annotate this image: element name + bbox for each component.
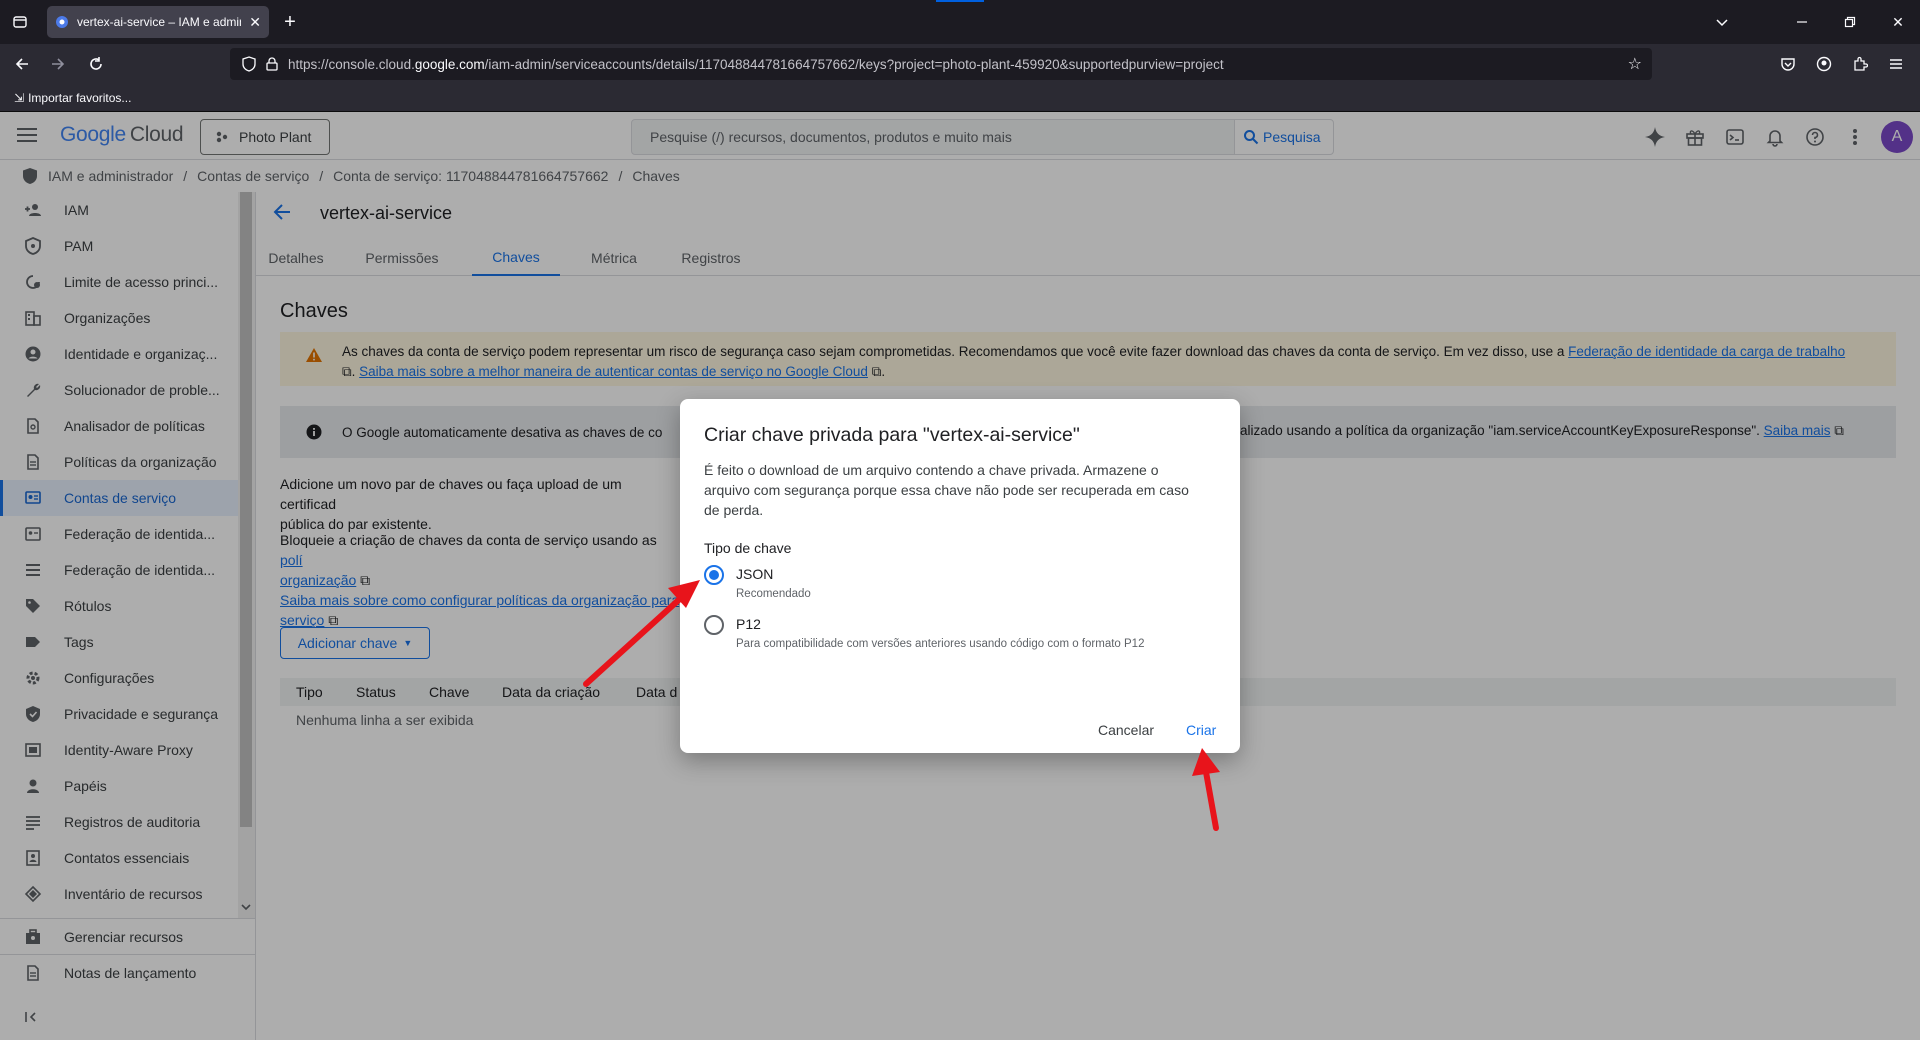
address-bar[interactable]: https://console.cloud.google.com/iam-adm…	[230, 48, 1652, 80]
radio-p12[interactable]	[704, 615, 724, 635]
bookmark-star-icon[interactable]: ☆	[1628, 54, 1642, 74]
bookmarks-bar: ⇲ Importar favoritos...	[0, 84, 1920, 112]
tab-close-icon[interactable]: ✕	[249, 14, 261, 31]
dialog-title: Criar chave privada para "vertex-ai-serv…	[704, 424, 1080, 446]
new-tab-icon[interactable]: +	[280, 11, 300, 33]
pocket-icon[interactable]	[1778, 54, 1798, 74]
browser-tab-active[interactable]: vertex-ai-service – IAM e admin ✕	[47, 6, 269, 38]
account-icon[interactable]	[1814, 54, 1834, 74]
dialog-description: É feito o download de um arquivo contend…	[704, 462, 1189, 518]
create-key-dialog: Criar chave privada para "vertex-ai-serv…	[680, 399, 1240, 753]
shield-icon[interactable]	[242, 56, 256, 72]
lock-icon[interactable]	[266, 57, 278, 71]
tab-indicator	[936, 0, 984, 2]
tab-title: vertex-ai-service – IAM e admin	[77, 15, 242, 29]
url-text: https://console.cloud.google.com/iam-adm…	[288, 56, 1224, 72]
cancel-button[interactable]: Cancelar	[1098, 722, 1154, 738]
import-bookmarks-link[interactable]: Importar favoritos...	[28, 91, 131, 105]
reload-icon[interactable]	[86, 54, 106, 74]
import-icon: ⇲	[14, 90, 25, 105]
radio-json-label: JSON	[736, 566, 774, 582]
radio-p12-label: P12	[736, 616, 761, 632]
minimize-icon[interactable]	[1792, 12, 1812, 32]
radio-option-json[interactable]: JSON Recomendado	[704, 565, 811, 600]
key-type-label: Tipo de chave	[704, 540, 792, 556]
create-button[interactable]: Criar	[1186, 722, 1216, 738]
tab-favicon-icon	[55, 15, 69, 29]
radio-json-sublabel: Recomendado	[736, 588, 811, 600]
radio-option-p12[interactable]: P12 Para compatibilidade com versões ant…	[704, 615, 1144, 650]
radio-json[interactable]	[704, 565, 724, 585]
back-icon[interactable]	[12, 54, 32, 74]
radio-p12-sublabel: Para compatibilidade com versões anterio…	[736, 638, 1145, 650]
chevron-down-icon[interactable]	[1712, 12, 1732, 32]
menu-icon[interactable]	[1886, 54, 1906, 74]
close-window-icon[interactable]: ✕	[1888, 12, 1908, 32]
extensions-icon[interactable]	[1850, 54, 1870, 74]
forward-icon[interactable]	[48, 54, 68, 74]
tab-list-icon[interactable]	[10, 12, 30, 32]
restore-icon[interactable]	[1840, 12, 1860, 32]
